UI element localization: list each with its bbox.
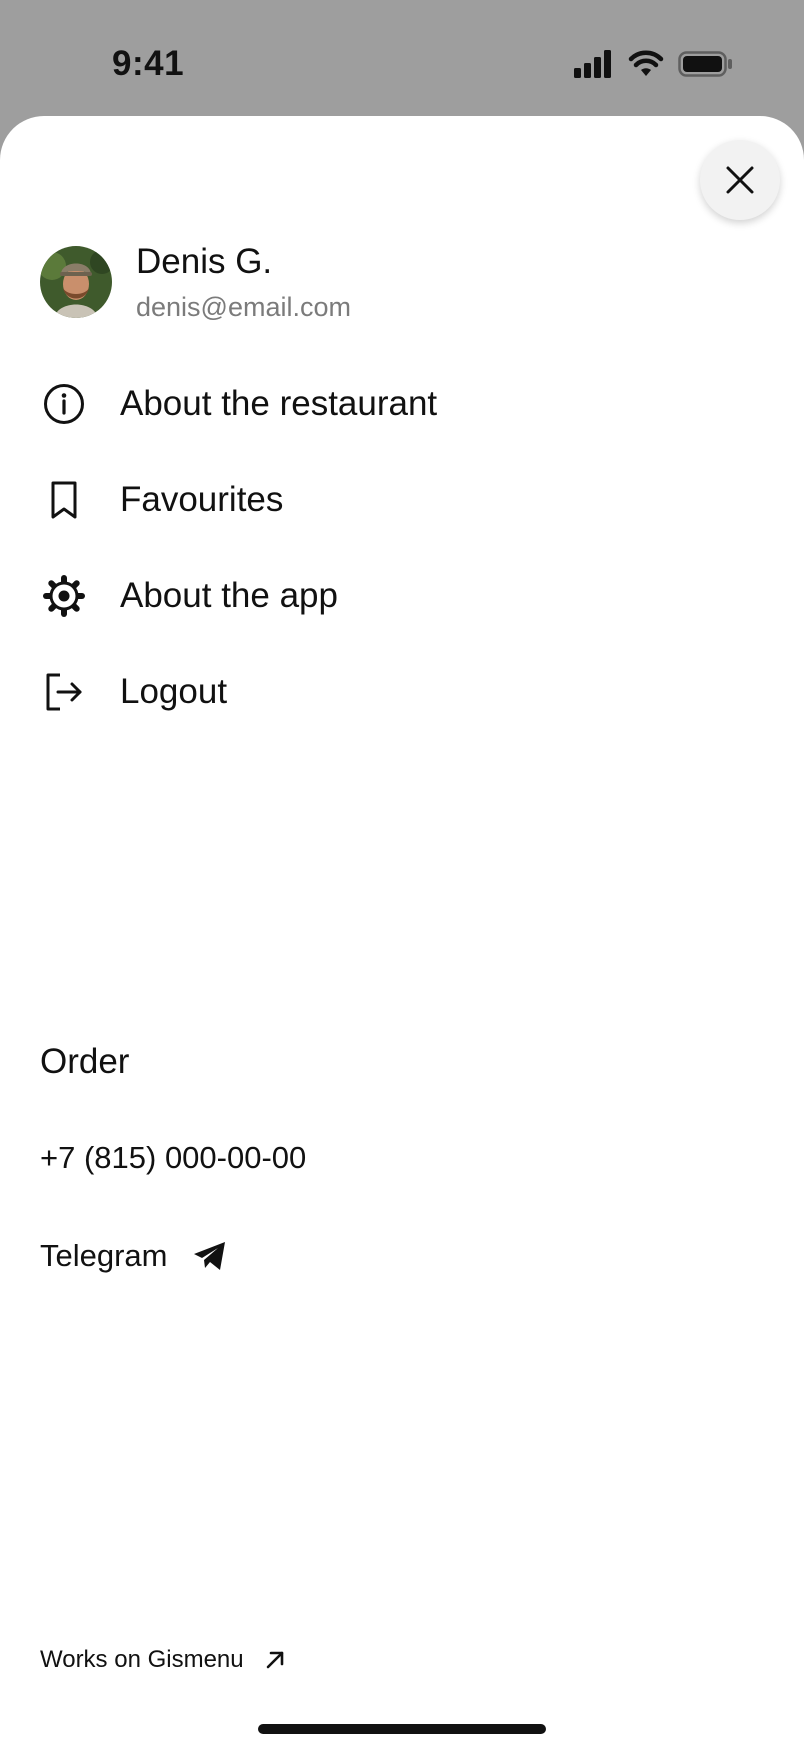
gismenu-label: Works on Gismenu bbox=[40, 1646, 244, 1673]
wifi-icon bbox=[628, 50, 664, 76]
external-link-icon bbox=[266, 1651, 283, 1669]
info-icon bbox=[40, 380, 88, 428]
menu-item-favourites[interactable]: Favourites bbox=[40, 452, 764, 548]
status-bar: 9:41 bbox=[0, 0, 804, 116]
profile-name: Denis G. bbox=[136, 242, 273, 281]
avatar-image bbox=[40, 246, 112, 318]
logout-icon bbox=[40, 668, 88, 716]
battery-icon bbox=[678, 51, 732, 77]
main-menu: About the restaurant Favourites About th… bbox=[40, 356, 764, 740]
menu-item-logout[interactable]: Logout bbox=[40, 644, 764, 740]
order-phone-link[interactable]: +7 (815) 000-00-00 bbox=[40, 1140, 306, 1176]
bookmark-icon bbox=[40, 476, 88, 524]
order-telegram-link[interactable]: Telegram bbox=[40, 1234, 228, 1278]
status-time: 9:41 bbox=[112, 44, 185, 83]
cellular-signal-icon bbox=[574, 50, 611, 78]
menu-sheet: Denis G. denis@email.com About the resta… bbox=[0, 116, 804, 1748]
menu-item-label: Logout bbox=[120, 672, 228, 711]
gismenu-link[interactable]: Works on Gismenu bbox=[40, 1644, 286, 1676]
gear-icon bbox=[40, 572, 88, 620]
menu-item-label: Favourites bbox=[120, 480, 284, 519]
telegram-label: Telegram bbox=[40, 1238, 168, 1273]
menu-item-label: About the restaurant bbox=[120, 384, 438, 423]
profile-email: denis@email.com bbox=[136, 292, 351, 322]
avatar bbox=[40, 246, 112, 318]
close-icon bbox=[726, 166, 754, 194]
menu-item-label: About the app bbox=[120, 576, 338, 615]
close-button[interactable] bbox=[700, 140, 780, 220]
home-indicator[interactable] bbox=[258, 1724, 546, 1734]
menu-item-about-app[interactable]: About the app bbox=[40, 548, 764, 644]
telegram-icon bbox=[193, 1242, 225, 1270]
menu-item-about-restaurant[interactable]: About the restaurant bbox=[40, 356, 764, 452]
order-section-title: Order bbox=[40, 1042, 130, 1081]
status-icons bbox=[574, 50, 734, 82]
